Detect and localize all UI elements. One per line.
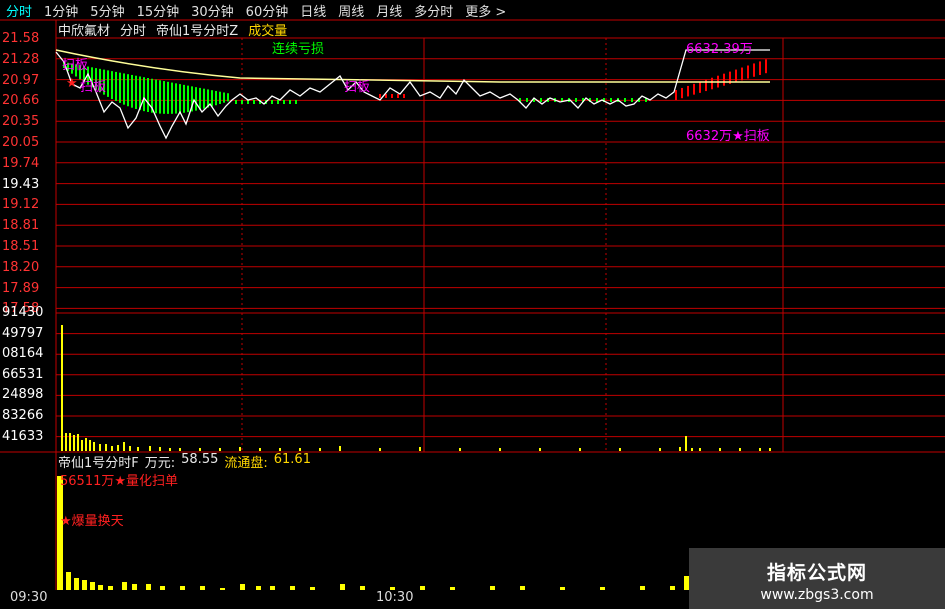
price-tick: 17.89 <box>2 280 40 296</box>
sub-bar <box>200 586 205 590</box>
sub-indicator-name: 帝仙1号分时F <box>58 456 139 471</box>
price-tick: 20.66 <box>2 93 40 109</box>
sub-bar <box>340 584 345 590</box>
sub-bar <box>160 586 165 590</box>
chart-canvas <box>0 19 945 590</box>
float-value: 61.61 <box>273 452 311 467</box>
wan-value: 58.55 <box>181 452 219 467</box>
scan-board-label: 6632万★扫板 <box>686 129 770 144</box>
price-tick: 18.51 <box>2 239 40 254</box>
volume-tick: 66531 <box>2 366 44 382</box>
volume-tick: 83266 <box>2 408 44 423</box>
price-tick: 20.05 <box>2 135 40 150</box>
time-label-start: 09:30 <box>10 590 48 605</box>
sub-bar <box>82 580 87 590</box>
sub-bar <box>640 586 645 590</box>
volume-tick: 91430 <box>2 305 44 320</box>
sub-bar <box>560 587 565 590</box>
sub-bar <box>420 586 425 590</box>
watermark: 指标公式网 www.zbgs3.com <box>689 548 945 609</box>
wan-label: 万元: <box>144 456 176 471</box>
sub-bar <box>670 586 675 590</box>
sub-bar <box>240 584 245 590</box>
price-tag: 6632.39万 <box>686 42 753 57</box>
sub-bar <box>220 588 225 590</box>
price-tick: 21.58 <box>2 31 40 46</box>
left-scan-tag-2: 扫板 <box>80 80 107 95</box>
sub-bar-big <box>57 476 63 590</box>
price-tick: 18.81 <box>2 218 40 234</box>
average-price-line <box>55 49 770 83</box>
sub-bar <box>132 584 137 590</box>
volume-tick: 24898 <box>2 387 44 403</box>
time-label-1030: 10:30 <box>376 590 414 605</box>
sub-bar <box>180 586 185 590</box>
sub-bar <box>360 586 365 590</box>
burst-label: ★爆量换天 <box>60 514 124 529</box>
price-tick: 19.74 <box>2 155 40 171</box>
sub-bar <box>520 586 525 590</box>
sub-bar <box>98 585 103 590</box>
left-star-icon: ★ <box>66 76 78 91</box>
price-tick: 20.35 <box>2 114 40 130</box>
watermark-url: www.zbgs3.com <box>760 587 874 603</box>
volume-tick: 41633 <box>2 428 44 444</box>
price-tick: 20.97 <box>2 72 40 88</box>
sub-bar <box>310 587 315 590</box>
price-tick: 18.20 <box>2 259 40 275</box>
volume-tick: 08164 <box>2 346 44 362</box>
quant-scan-label: 56511万★量化扫单 <box>60 474 179 489</box>
sub-bar <box>490 586 495 590</box>
sub-bar <box>290 586 295 590</box>
sub-chart-info: 帝仙1号分时F 万元: 58.55 流通盘: 61.61 <box>58 452 311 471</box>
sub-bar <box>146 584 151 590</box>
sub-bar <box>74 578 79 590</box>
sub-bar <box>122 582 127 590</box>
sub-bar <box>90 582 95 590</box>
float-label: 流通盘: <box>224 456 268 471</box>
left-scan-tag: 扫板 <box>62 58 89 73</box>
mid-scan-tag: 扫板 <box>344 80 371 95</box>
price-tick: 19.12 <box>2 197 40 213</box>
sub-bar <box>270 586 275 590</box>
sub-bar <box>450 587 455 590</box>
sub-bar <box>66 572 71 590</box>
price-tick: 19.43 <box>2 176 40 192</box>
sub-bar <box>108 586 113 590</box>
volume-tick: 49797 <box>2 325 44 341</box>
price-tick: 21.28 <box>2 51 40 67</box>
sub-bar <box>256 586 261 590</box>
sub-bar <box>600 587 605 590</box>
watermark-title: 指标公式网 <box>766 562 867 584</box>
